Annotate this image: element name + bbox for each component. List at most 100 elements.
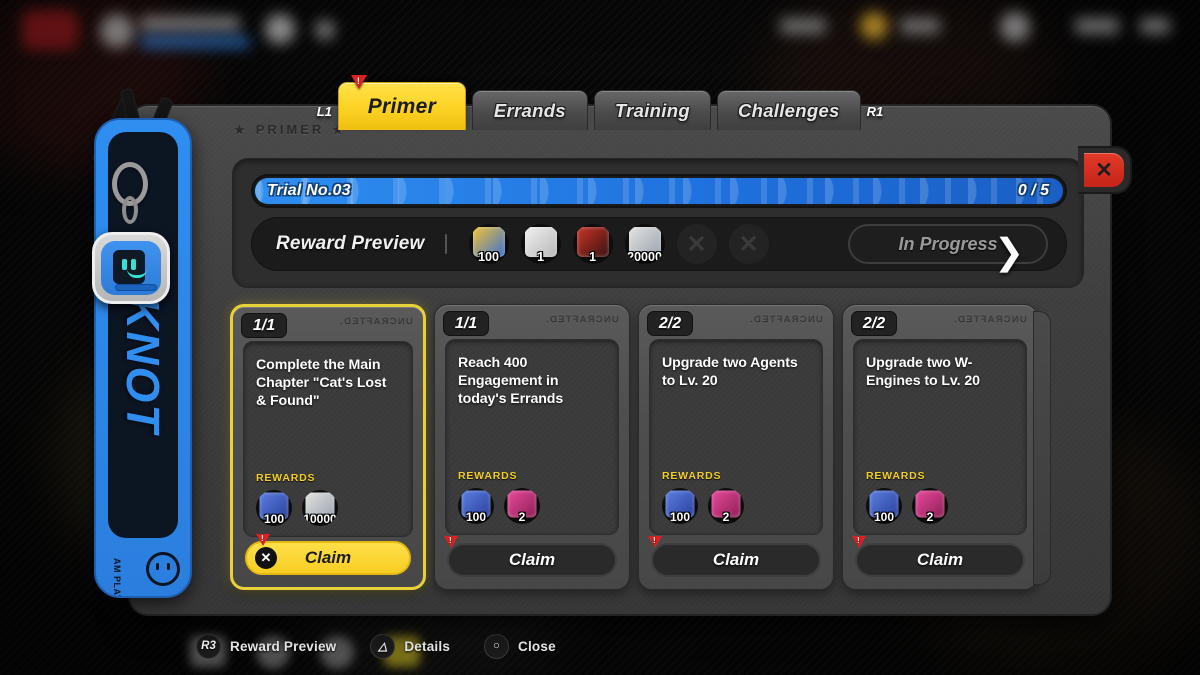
reward-quantity: 2 [722, 510, 730, 524]
trial-summary-section: Trial No.03 0 / 5 Reward Preview 100 1 1 20… [232, 158, 1084, 288]
claim-button[interactable]: Claim [444, 536, 617, 577]
card-watermark: UNCRAFTED. [545, 313, 619, 324]
right-bumper-hint: R1 [866, 104, 884, 119]
pink-material-icon: 2 [504, 488, 540, 524]
reward-quantity: 2 [926, 510, 934, 524]
button-key-icon: ○ [484, 633, 510, 659]
task-card-body: Complete the Main Chapter "Cat's Lost & … [243, 341, 413, 537]
investigator-log-icon: 100 [458, 488, 494, 524]
reward-quantity: 100 [669, 510, 691, 524]
tab-label: Training [614, 99, 690, 121]
hint-close[interactable]: ○ Close [484, 633, 556, 659]
task-reward-items: 100 2 [662, 488, 810, 524]
hint-label: Details [404, 638, 451, 654]
alert-badge-icon [444, 536, 458, 548]
keyring-small-icon [122, 196, 138, 224]
trial-progress-text: 0 / 5 [1017, 182, 1049, 199]
tab-challenges[interactable]: Challenges [716, 90, 861, 130]
investigator-log-icon: 100 [256, 490, 292, 526]
reward-quantity: 10000 [303, 512, 337, 526]
lanyard-decoration: R-KNOT AM PLAY [86, 87, 204, 608]
task-card[interactable]: UNCRAFTED. 2/2 Upgrade two Agents to Lv. 2… [638, 304, 834, 590]
close-icon: ✕ [1084, 153, 1124, 187]
nav-logo [22, 10, 78, 50]
trial-progress-fill [255, 178, 1063, 204]
denny-reward-icon: 10000 [302, 490, 338, 526]
task-counter-badge: 2/2 [647, 311, 693, 336]
task-card-body: Reach 400 Engagement in today's Errands R… [445, 339, 619, 535]
empty-slot-x-icon: ✕ [738, 230, 759, 258]
empty-reward-slot: ✕ [728, 224, 769, 264]
empty-slot-x-icon: ✕ [686, 230, 707, 258]
alert-badge-icon [648, 536, 662, 548]
hint-label: Close [518, 638, 556, 654]
alert-badge-icon [256, 534, 270, 546]
tab-primer[interactable]: Primer [337, 75, 466, 130]
rewards-label: REWARDS [256, 472, 316, 484]
claim-button-label: Claim [916, 550, 964, 569]
task-card[interactable]: UNCRAFTED. 1/1 Complete the Main Chapter "… [230, 304, 426, 590]
task-card[interactable]: UNCRAFTED. 1/1 Reach 400 Engagement in tod… [434, 304, 630, 590]
reward-preview-row: Reward Preview 100 1 1 20000 ✕ ✕ In Progress [251, 217, 1067, 271]
tab-training[interactable]: Training [593, 90, 711, 130]
claim-button[interactable]: Claim [852, 536, 1025, 577]
claim-button-label: Claim [712, 550, 760, 569]
dice-reward-icon: 1 [520, 224, 561, 264]
rewards-label: REWARDS [866, 470, 926, 482]
pink-material-icon: 2 [912, 488, 948, 524]
reward-quantity: 100 [873, 510, 895, 524]
hint-reward-preview[interactable]: R3 Reward Preview [196, 633, 336, 659]
nav-label [1075, 18, 1119, 34]
denny-reward-icon: 20000 [624, 224, 665, 264]
left-bumper-hint: L1 [316, 104, 332, 119]
charm-screen [113, 250, 147, 284]
reward-quantity: 20000 [627, 249, 662, 264]
chevron-pattern [255, 178, 1063, 204]
rewards-label: REWARDS [662, 470, 722, 482]
pink-material-icon: 2 [708, 488, 744, 524]
top-navbar-blurred [0, 0, 1200, 62]
task-card-body: Upgrade two W-Engines to Lv. 20 REWARDS 10… [853, 339, 1027, 535]
card-watermark: UNCRAFTED. [339, 315, 413, 326]
nav-label [1140, 18, 1170, 34]
tab-label: Challenges [737, 99, 840, 121]
card-watermark: UNCRAFTED. [749, 313, 823, 324]
reward-preview-items: 100 1 1 20000 ✕ ✕ [468, 224, 769, 264]
reward-preview-title: Reward Preview [276, 233, 425, 254]
tab-label: Errands [493, 99, 566, 121]
empty-reward-slot: ✕ [676, 224, 717, 264]
charm-smile [127, 269, 147, 278]
divider [444, 234, 447, 254]
task-description: Upgrade two W-Engines to Lv. 20 [866, 355, 980, 390]
nav-avatar [100, 14, 134, 48]
charm-body [101, 241, 161, 295]
card-watermark: UNCRAFTED. [953, 313, 1027, 324]
task-counter-badge: 1/1 [443, 311, 489, 336]
claim-button[interactable]: ✕ Claim [245, 534, 411, 575]
trial-label: Trial No.03 [267, 182, 351, 199]
tab-errands[interactable]: Errands [471, 90, 588, 130]
category-tab-bar: L1 Primer Errands Training Challenges R1 [0, 75, 1200, 130]
claim-button-label: Claim [508, 550, 556, 569]
bottom-hint-bar: R3 Reward Preview △ Details ○ Close [0, 617, 1200, 675]
task-card[interactable]: UNCRAFTED. 2/2 Upgrade two W-Engines to Lv… [842, 304, 1051, 590]
task-counter-badge: 2/2 [851, 311, 897, 336]
task-card-body: Upgrade two Agents to Lv. 20 REWARDS 100 2 [649, 339, 823, 535]
reward-quantity: 1 [537, 249, 545, 264]
reward-quantity: 2 [518, 510, 526, 524]
rewards-label: REWARDS [458, 470, 518, 482]
close-button[interactable]: ✕ [1078, 146, 1132, 194]
task-reward-items: 100 2 [866, 488, 1014, 524]
hint-details[interactable]: △ Details [370, 633, 451, 659]
nav-icon [315, 20, 335, 40]
confirm-button-icon: ✕ [255, 547, 277, 569]
film-reward-icon: 100 [468, 224, 509, 264]
task-reward-items: 100 10000 [256, 490, 400, 526]
nav-currency [900, 18, 940, 34]
reward-quantity: 1 [589, 249, 597, 264]
claim-button[interactable]: Claim [648, 536, 821, 577]
reward-quantity: 100 [465, 510, 487, 524]
scroll-right-arrow-icon[interactable]: ❯ [994, 234, 1024, 270]
button-key-icon: R3 [196, 633, 221, 659]
investigator-log-icon: 100 [866, 488, 902, 524]
